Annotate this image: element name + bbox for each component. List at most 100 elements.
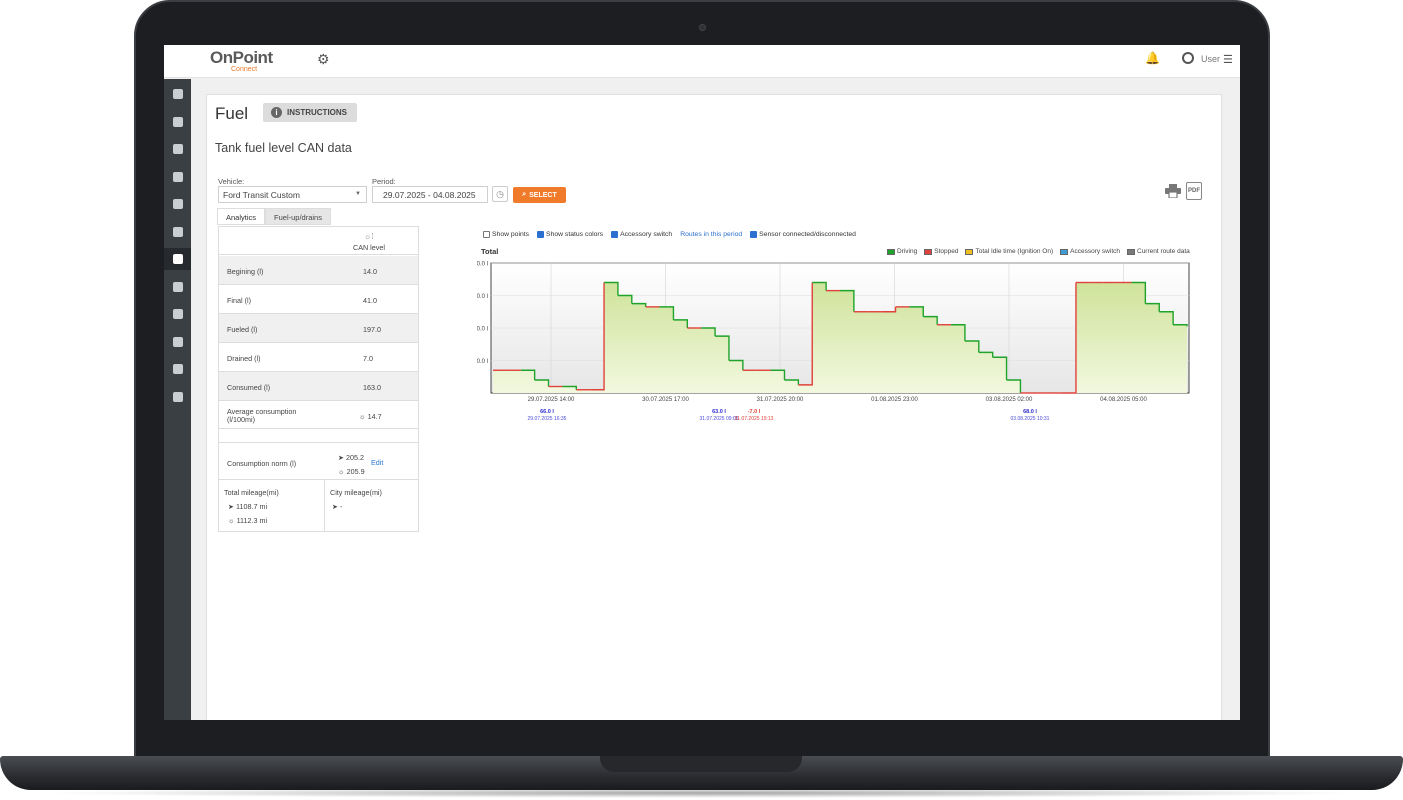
x-tick-label: 03.08.2025 02:00 (986, 397, 1033, 403)
x-tick-label: 30.07.2025 17:00 (642, 397, 689, 403)
mileage-value: 1108.7 mi (236, 502, 268, 511)
event-value: -7.0 l (748, 409, 761, 415)
fuel-chart[interactable]: 80.0 l 60.0 l 40.0 l 20.0 l 29.07.2025 14:00… (477, 258, 1217, 433)
dashboard-icon[interactable] (164, 193, 191, 215)
y-tick-label: 60.0 l (477, 294, 488, 300)
plugins-icon[interactable] (164, 386, 191, 408)
row-label: Final (l) (227, 296, 251, 305)
legend-item: Stopped (924, 248, 958, 255)
y-tick-label: 40.0 l (477, 327, 488, 333)
period-input[interactable]: 29.07.2025 - 04.08.2025 (372, 186, 488, 203)
routes-link[interactable]: Routes in this period (680, 231, 742, 238)
event-value: 66.0 l (540, 409, 554, 415)
car-icon-glyph (172, 144, 183, 154)
car-icon[interactable] (164, 138, 191, 160)
checkbox-label: Accessory switch (620, 231, 673, 238)
checkbox-label: Show status colors (546, 231, 604, 238)
table-header: ☼⁞ CAN level (219, 227, 418, 255)
pdf-icon[interactable]: PDF (1186, 182, 1202, 200)
accessory-checkbox[interactable]: Accessory switch (611, 231, 672, 238)
logo-subtitle: Connect (231, 66, 258, 73)
driver-icon[interactable] (164, 166, 191, 188)
select-button[interactable]: ⌕ SELECT (513, 187, 566, 203)
map-icon[interactable] (164, 83, 191, 105)
legend-label: Total Idle time (Ignition On) (975, 248, 1054, 255)
alert-icon-glyph (172, 281, 183, 292)
video-icon[interactable] (164, 221, 191, 243)
legend-item: Accessory switch (1060, 248, 1120, 255)
mileage-value: - (340, 502, 343, 511)
row-value: 14.0 (363, 267, 377, 276)
sensor-checkbox[interactable]: Sensor connected/disconnected (750, 231, 856, 238)
row-label: Begining (l) (227, 267, 264, 276)
user-icon[interactable] (1182, 52, 1194, 64)
row-value: ☼ 14.7 (359, 412, 382, 421)
analytics-table: ☼⁞ CAN level Begining (l) 14.0 Final (l)… (218, 226, 419, 532)
settings-icon[interactable] (164, 358, 191, 380)
clock-icon[interactable]: ◷ (492, 186, 508, 202)
row-label: Fueled (l) (227, 325, 258, 334)
checkbox-box[interactable] (537, 231, 545, 238)
table-row: Average consumption (l/100mi) ☼ 14.7 (219, 401, 418, 429)
y-tick-label: 20.0 l (477, 359, 488, 365)
video-icon-glyph (172, 226, 183, 237)
bell-icon[interactable]: 🔔 (1145, 51, 1160, 65)
legend-label: Stopped (934, 248, 959, 255)
print-icon[interactable] (1165, 184, 1181, 198)
alert-icon[interactable] (164, 276, 191, 298)
checkbox-box[interactable] (483, 231, 490, 238)
document-icon[interactable] (164, 111, 191, 133)
table-row: Drained (l) 7.0 (219, 343, 418, 372)
fuel-panel: Fuel i INSTRUCTIONS Tank fuel level CAN … (206, 94, 1222, 720)
row-label: Average consumption (l/100mi) (227, 407, 297, 424)
table-row: Final (l) 41.0 (219, 285, 418, 314)
mileage-value: 1112.3 mi (236, 516, 268, 525)
checkbox-label: Sensor connected/disconnected (759, 231, 856, 238)
legend-item: Current route data (1127, 248, 1190, 255)
tab-analytics[interactable]: Analytics (217, 208, 266, 225)
tab-fuel-up-drains[interactable]: Fuel-up/drains (265, 208, 331, 225)
city-mileage-label: City mileage(mi) (330, 488, 382, 497)
edit-link[interactable]: Edit (371, 458, 383, 467)
checkbox-box[interactable] (750, 231, 758, 238)
tasks-icon[interactable] (164, 303, 191, 325)
logo[interactable]: OnPoint (210, 48, 273, 68)
row-label: Drained (l) (227, 354, 261, 363)
driver-icon-glyph (172, 171, 183, 182)
y-tick-label: 80.0 l (477, 262, 488, 268)
select-label: SELECT (529, 191, 557, 199)
user-label[interactable]: User (1201, 54, 1220, 64)
camera (699, 24, 706, 31)
instructions-button[interactable]: i INSTRUCTIONS (263, 103, 357, 122)
divider (324, 480, 325, 532)
show-points-checkbox[interactable]: Show points (483, 231, 529, 238)
gear-icon[interactable]: ⚙ (317, 51, 330, 68)
event-time: 03.08.2025 10:31 (1011, 416, 1050, 422)
vehicle-select[interactable]: Ford Transit Custom ▼ (218, 186, 367, 203)
status-colors-checkbox[interactable]: Show status colors (537, 231, 603, 238)
chart-title: Total (481, 247, 499, 256)
consumption-norm: Consumption norm (l) ➤ 205.2 Edit ☼ 205.… (219, 443, 418, 480)
search-icon: ⌕ (522, 191, 527, 198)
vehicle-value: Ford Transit Custom (223, 190, 300, 200)
avg-value: 14.7 (367, 412, 382, 421)
laptop-notch (600, 756, 802, 772)
table-row: Consumed (l) 163.0 (219, 372, 418, 401)
top-bar: OnPoint Connect ⚙ 🔔 User ☰ (164, 45, 1240, 78)
app-screen: OnPoint Connect ⚙ 🔔 User ☰ Fuel i INSTRU… (164, 45, 1240, 720)
checkbox-box[interactable] (611, 231, 619, 238)
x-tick-label: 01.08.2025 23:00 (871, 397, 918, 403)
document-icon-glyph (172, 116, 183, 127)
legend-swatch (1127, 248, 1135, 255)
can-sensor-icon: ☼⁞ (364, 232, 374, 241)
hamburger-menu-icon[interactable]: ☰ (1223, 53, 1233, 66)
messages-icon[interactable] (164, 331, 191, 353)
legend-item: Total Idle time (Ignition On) (965, 248, 1053, 255)
total-mileage-value: ➤ 1108.7 mi (228, 502, 268, 511)
row-value: ☼ 205.9 (338, 467, 365, 476)
fuel-icon-glyph (172, 254, 183, 264)
fuel-icon[interactable] (164, 248, 191, 270)
legend-label: Current route data (1137, 248, 1190, 255)
period-label: Period: (372, 177, 396, 186)
city-mileage-value: ➤ - (332, 502, 343, 511)
